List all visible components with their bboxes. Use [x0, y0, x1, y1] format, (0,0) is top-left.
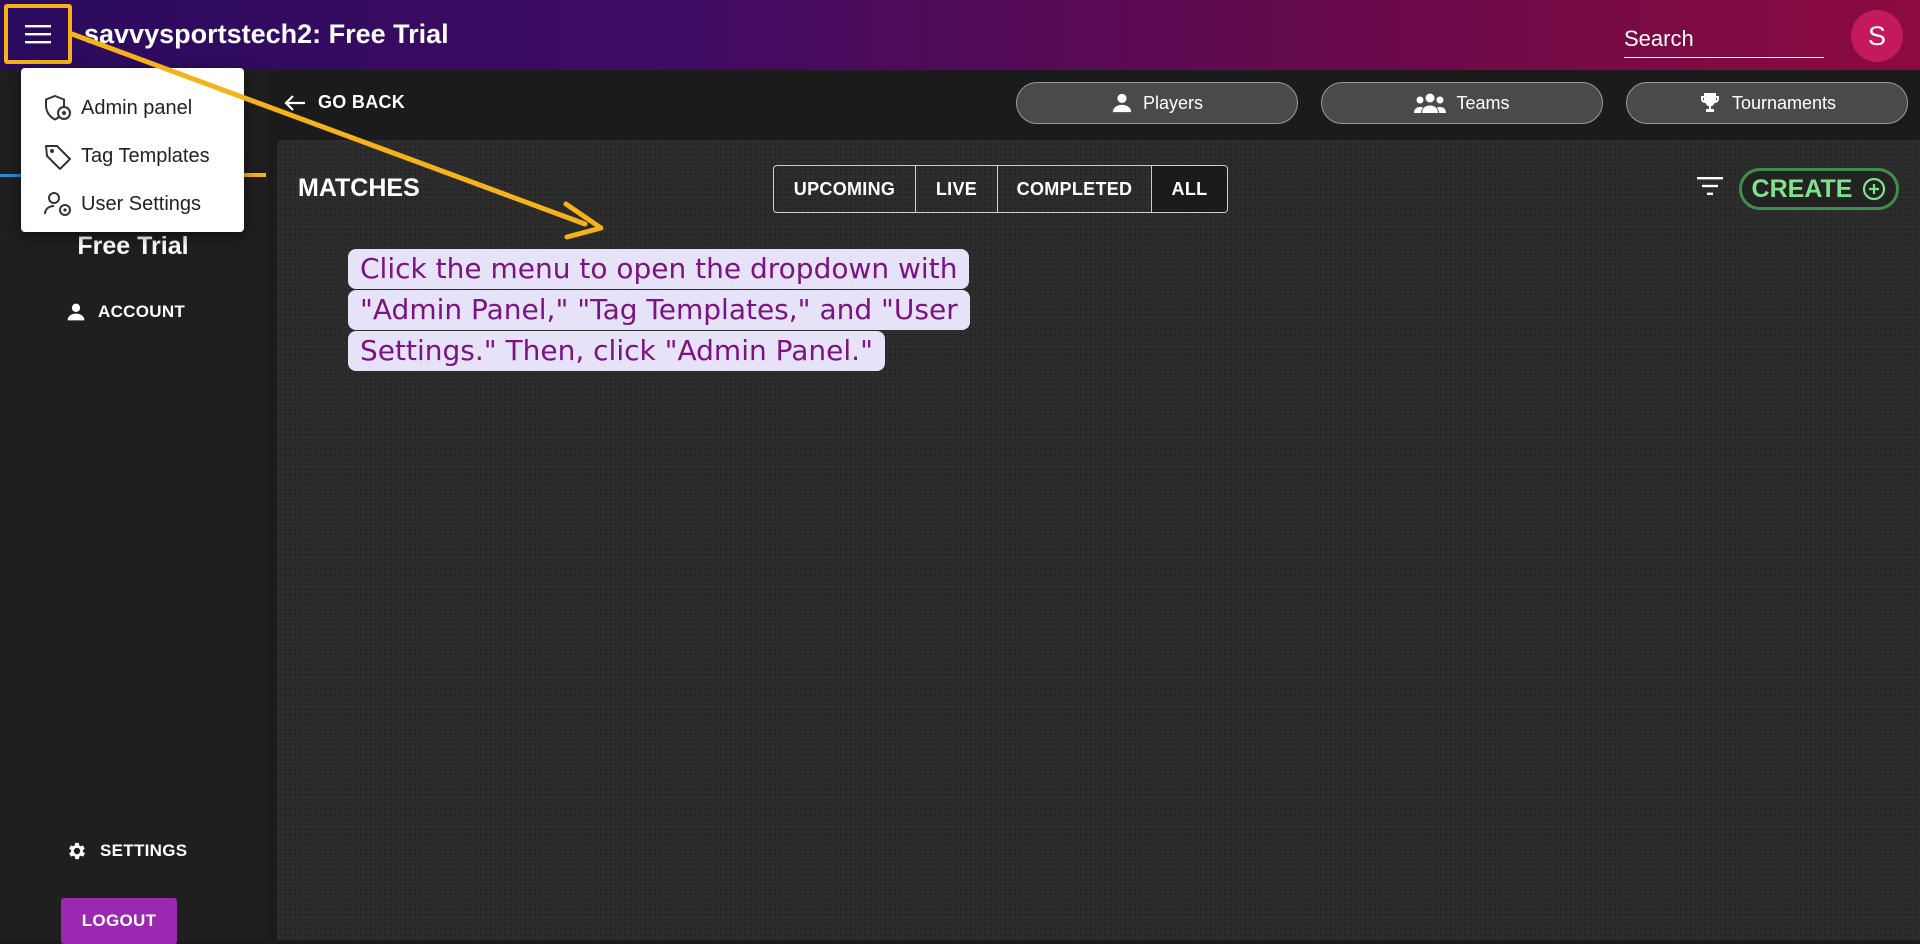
- menu-icon: [25, 25, 51, 44]
- shield-cog-icon: [45, 94, 71, 121]
- go-back-button[interactable]: GO BACK: [284, 92, 405, 113]
- sidebar-item-label: SETTINGS: [100, 841, 188, 860]
- teams-button[interactable]: Teams: [1321, 82, 1603, 124]
- menu-item-label: Admin panel: [81, 96, 193, 119]
- tag-icon: [45, 145, 71, 170]
- menu-item-label: Tag Templates: [81, 144, 210, 167]
- teams-label: Teams: [1456, 92, 1510, 113]
- person-icon: [67, 303, 85, 321]
- tab-upcoming[interactable]: UPCOMING: [774, 166, 916, 212]
- go-back-label: GO BACK: [318, 92, 406, 112]
- tab-all[interactable]: ALL: [1152, 166, 1227, 212]
- person-icon: [1112, 93, 1132, 113]
- menu-item-label: User Settings: [81, 192, 202, 215]
- sidebar-item-label: ACCOUNT: [98, 302, 186, 321]
- instruction-callout: Click the menu to open the dropdown with…: [348, 249, 974, 382]
- org-name: Free Trial: [77, 232, 189, 260]
- match-status-tabs: UPCOMING LIVE COMPLETED ALL: [773, 165, 1228, 213]
- filter-icon[interactable]: [1697, 176, 1723, 196]
- menu-item-tag-templates[interactable]: Tag Templates: [21, 132, 244, 180]
- players-label: Players: [1142, 92, 1204, 113]
- create-button[interactable]: CREATE: [1739, 168, 1899, 210]
- tab-completed[interactable]: COMPLETED: [998, 166, 1152, 212]
- callout-line: "Admin Panel," "Tag Templates," and "Use…: [348, 290, 970, 330]
- group-icon: [1414, 93, 1447, 113]
- app-title: savvysportstech2: Free Trial: [84, 19, 449, 49]
- main-menu-dropdown: Admin panel Tag Templates User Settings: [21, 68, 244, 232]
- tournaments-button[interactable]: Tournaments: [1626, 82, 1908, 124]
- hamburger-menu-button[interactable]: [4, 4, 72, 64]
- arrow-left-icon: [284, 94, 305, 111]
- menu-item-admin-panel[interactable]: Admin panel: [21, 84, 244, 132]
- create-label: CREATE: [1751, 174, 1853, 203]
- gear-icon: [69, 842, 85, 860]
- tab-live[interactable]: LIVE: [916, 166, 998, 212]
- user-settings-icon: [44, 192, 71, 216]
- trophy-icon: [1700, 93, 1719, 112]
- menu-item-user-settings[interactable]: User Settings: [21, 180, 244, 228]
- sidebar-item-account[interactable]: ACCOUNT: [66, 302, 185, 322]
- sidebar-item-settings[interactable]: SETTINGS: [66, 840, 187, 862]
- search-input[interactable]: Search: [1624, 22, 1824, 58]
- page-title: MATCHES: [298, 174, 420, 202]
- players-button[interactable]: Players: [1016, 82, 1298, 124]
- avatar[interactable]: S: [1851, 10, 1903, 62]
- callout-line: Click the menu to open the dropdown with: [348, 249, 970, 289]
- logout-button[interactable]: LOGOUT: [61, 898, 177, 944]
- tournaments-label: Tournaments: [1731, 92, 1837, 113]
- plus-circle-icon: [1863, 177, 1886, 201]
- callout-line: Settings." Then, click "Admin Panel.": [348, 331, 885, 371]
